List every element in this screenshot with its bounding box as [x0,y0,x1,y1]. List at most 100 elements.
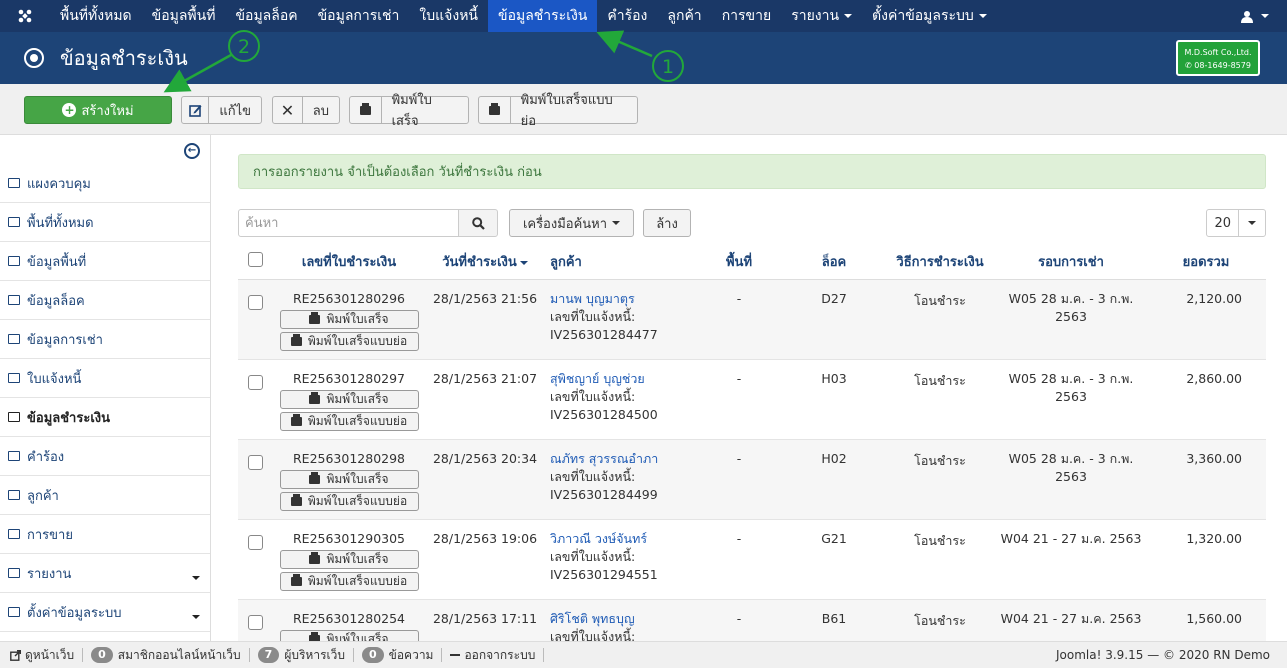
new-button[interactable]: + สร้างใหม่ [24,96,172,124]
row-print-receipt-button[interactable]: พิมพ์ใบเสร็จ [279,309,419,329]
receipt-number: RE256301280297 [292,370,406,386]
sidebar-item-5[interactable]: ใบแจ้งหนี้ [0,359,210,398]
topnav-item-10[interactable]: ตั้งค่าข้อมูลระบบ [862,0,997,32]
clear-button[interactable]: ล้าง [643,209,691,237]
visitors-status: 0 สมาชิกออนไลน์หน้าเว็บ [83,647,250,663]
topnav-item-0[interactable]: พื้นที่ทั้งหมด [50,0,142,32]
invoice-prefix: เลขที่ใบแจ้งหนี้: [550,308,636,324]
sidebar-item-1[interactable]: พื้นที่ทั้งหมด [0,203,210,242]
delete-button[interactable]: ✕ ลบ [272,96,340,124]
row-checkbox[interactable] [247,534,263,550]
sidebar-item-label: รายงาน [27,566,72,582]
folder-icon [8,607,20,617]
topnav-item-5[interactable]: ข้อมูลชำระเงิน [488,0,598,32]
topnav-item-9[interactable]: รายงาน [781,0,862,32]
sidebar-item-3[interactable]: ข้อมูลล็อค [0,281,210,320]
search-input[interactable] [238,209,459,237]
row-print-short-receipt-button[interactable]: พิมพ์ใบเสร็จแบบย่อ [279,571,419,591]
lock: G21 [784,519,884,600]
minus-icon [450,654,461,656]
print-receipt-button[interactable]: พิมพ์ใบเสร็จ [349,93,469,129]
payments-table: เลขที่ใบชำระเงิน วันที่ชำระเงิน ลูกค้า พ… [238,245,1266,668]
column-date[interactable]: วันที่ชำระเงิน [426,245,544,280]
user-menu[interactable] [1241,0,1269,32]
sidebar-item-9[interactable]: การขาย [0,515,210,554]
sidebar-item-8[interactable]: ลูกค้า [0,476,210,515]
customer-link[interactable]: ศิริโชติ พุทธบุญ [550,611,635,626]
search-button[interactable] [458,209,498,237]
topnav-item-3[interactable]: ข้อมูลการเช่า [308,0,410,32]
chevron-down-icon [192,615,200,619]
row-checkbox[interactable] [247,374,263,390]
customer-link[interactable]: สุพิชญาย์ บุญช่วย [550,371,645,386]
target-icon [24,48,44,68]
sidebar-item-0[interactable]: แผงควบคุม [0,164,210,203]
sidebar-item-7[interactable]: คำร้อง [0,437,210,476]
topnav-item-6[interactable]: คำร้อง [597,0,657,32]
print-receipt-label: พิมพ์ใบเสร็จ [391,93,432,129]
row-print-receipt-button[interactable]: พิมพ์ใบเสร็จ [279,469,419,489]
joomla-logo-icon[interactable] [0,0,50,32]
column-total[interactable]: ยอดรวม [1146,245,1266,280]
logout-link[interactable]: ออกจากระบบ [442,648,545,662]
select-all-checkbox[interactable] [247,252,263,268]
sidebar-item-10[interactable]: รายงาน [0,554,210,593]
folder-icon [8,217,20,227]
view-site-link[interactable]: ดูหน้าเว็บ [0,648,84,662]
row-print-short-label: พิมพ์ใบเสร็จแบบย่อ [307,333,408,348]
row-checkbox[interactable] [247,294,263,310]
row-print-short-receipt-button[interactable]: พิมพ์ใบเสร็จแบบย่อ [279,331,419,351]
list-limit-value: 20 [1214,215,1231,231]
topnav-item-8[interactable]: การขาย [712,0,782,32]
row-checkbox[interactable] [247,614,263,630]
customer-link[interactable]: วิภาวณี วงษ์จันทร์ [550,531,647,546]
sidebar-item-11[interactable]: ตั้งค่าข้อมูลระบบ [0,593,210,632]
brand-name: M.D.Soft Co.,Ltd. [1184,48,1252,57]
topnav-item-label: ข้อมูลการเช่า [317,8,400,24]
chevron-down-icon [1238,210,1265,236]
row-print-receipt-button[interactable]: พิมพ์ใบเสร็จ [279,389,419,409]
messages-link[interactable]: 0 ข้อความ [354,647,443,663]
table-row[interactable]: RE256301280298 พิมพ์ใบเสร็จ พิมพ์ใบเสร็จแบ… [238,439,1266,520]
topnav-item-7[interactable]: ลูกค้า [657,0,711,32]
row-print-short-label: พิมพ์ใบเสร็จแบบย่อ [307,413,408,428]
sidebar-item-4[interactable]: ข้อมูลการเช่า [0,320,210,359]
topnav-item-1[interactable]: ข้อมูลพื้นที่ [142,0,226,32]
collapse-sidebar-icon[interactable]: ← [184,143,200,159]
customer-link[interactable]: มานพ บุญมาตุร [550,291,635,306]
print-short-receipt-button[interactable]: พิมพ์ใบเสร็จแบบย่อ [478,93,638,129]
column-method[interactable]: วิธีการชำระเงิน [884,245,996,280]
column-round[interactable]: รอบการเช่า [996,245,1146,280]
row-print-receipt-button[interactable]: พิมพ์ใบเสร็จ [279,549,419,569]
list-limit-select[interactable]: 20 [1206,209,1266,237]
topnav-item-4[interactable]: ใบแจ้งหนี้ [409,0,488,32]
sidebar-item-2[interactable]: ข้อมูลพื้นที่ [0,242,210,281]
table-row[interactable]: RE256301280297 พิมพ์ใบเสร็จพิมพ์ใบเสร็จแบ… [238,359,1266,440]
row-checkbox[interactable] [247,454,263,470]
messages-label: ข้อความ [388,647,434,662]
sidebar-item-label: ลูกค้า [27,488,59,504]
table-row[interactable]: RE256301280296 พิมพ์ใบเสร็จ พิมพ์ใบเสร็จแบ… [238,279,1266,360]
sidebar-item-6[interactable]: ข้อมูลชำระเงิน [0,398,210,437]
row-print-short-receipt-button[interactable]: พิมพ์ใบเสร็จแบบย่อ [279,491,419,511]
search-icon [471,216,485,230]
column-lock[interactable]: ล็อค [784,245,884,280]
alert-text: การออกรายงาน จำเป็นต้องเลือก วันที่ชำระเ… [253,165,542,180]
visitors-label: สมาชิกออนไลน์หน้าเว็บ [117,647,241,662]
customer-link[interactable]: ณภัทร สุวรรณอำภา [550,451,658,466]
search-tools-button[interactable]: เครื่องมือค้นหา [509,209,634,237]
chevron-down-icon [1261,14,1269,18]
column-area[interactable]: พื้นที่ [694,245,784,280]
row-print-short-receipt-button[interactable]: พิมพ์ใบเสร็จแบบย่อ [279,411,419,431]
table-row[interactable]: RE256301290305 พิมพ์ใบเสร็จ พิมพ์ใบเสร็จแบ… [238,519,1266,600]
top-menu: พื้นที่ทั้งหมด ข้อมูลพื้นที่ ข้อมูลล็อค ข้อ… [50,0,997,32]
user-icon [1241,10,1253,23]
topnav-item-2[interactable]: ข้อมูลล็อค [225,0,307,32]
column-customer[interactable]: ลูกค้า [544,245,694,280]
column-receipt[interactable]: เลขที่ใบชำระเงิน [272,245,426,280]
total: 3,360.00 [1146,439,1266,520]
receipt-number: RE256301290305 [292,530,406,546]
edit-button[interactable]: แก้ไข [181,96,262,124]
sidebar: ← แผงควบคุม พื้นที่ทั้งหมด ข้อมูลพื้นที่ ข้… [0,135,211,641]
rental-round: W05 28 ม.ค. - 3 ก.พ. 2563 [996,279,1146,360]
